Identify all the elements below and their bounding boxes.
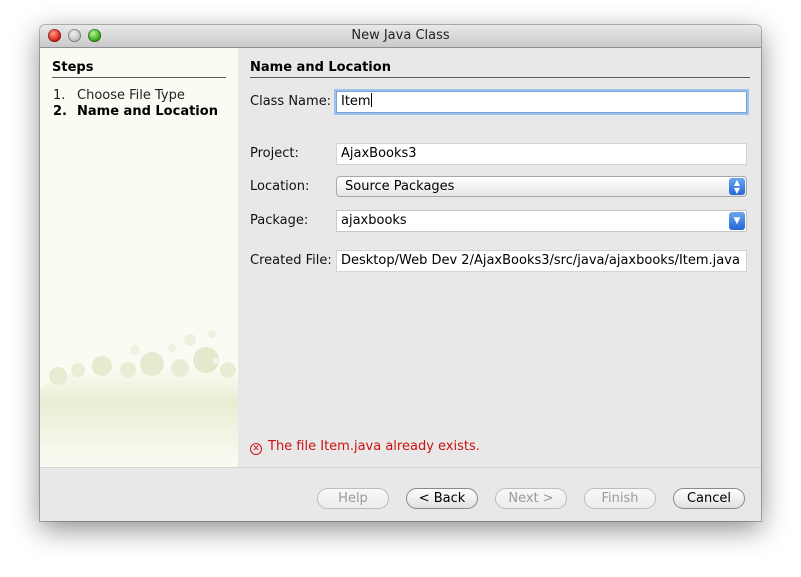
- step-item-choose-file-type: 1. Choose File Type: [53, 88, 185, 103]
- package-label: Package:: [250, 213, 309, 228]
- help-button[interactable]: Help: [317, 488, 389, 509]
- project-label: Project:: [250, 146, 299, 161]
- steps-panel: Steps 1. Choose File Type 2. Name and Loca…: [40, 48, 238, 467]
- finish-button[interactable]: Finish: [584, 488, 656, 509]
- created-file-label: Created File:: [250, 253, 332, 268]
- section-heading: Name and Location: [250, 60, 750, 78]
- package-value: ajaxbooks: [341, 213, 407, 228]
- location-label: Location:: [250, 179, 310, 194]
- text-caret: [370, 93, 372, 107]
- class-name-value: Item: [341, 94, 371, 109]
- footer-divider: [40, 467, 761, 468]
- location-select[interactable]: Source Packages ▲ ▼: [336, 176, 747, 197]
- step-label: Choose File Type: [77, 88, 185, 103]
- step-label: Name and Location: [77, 104, 218, 119]
- new-java-class-dialog: New Java Class Steps 1. Choose File Type…: [40, 25, 761, 521]
- project-field: AjaxBooks3: [336, 143, 747, 165]
- class-name-label: Class Name:: [250, 94, 332, 109]
- up-down-arrows-icon: ▲ ▼: [729, 178, 745, 195]
- step-item-name-and-location: 2. Name and Location: [53, 104, 218, 119]
- cancel-button[interactable]: Cancel: [673, 488, 745, 509]
- class-name-input[interactable]: Item: [336, 91, 747, 113]
- next-button[interactable]: Next >: [495, 488, 567, 509]
- step-number: 1.: [53, 88, 66, 103]
- window-title: New Java Class: [351, 28, 450, 43]
- error-message: ✕ The file Item.java already exists.: [250, 439, 480, 455]
- created-file-field: Desktop/Web Dev 2/AjaxBooks3/src/java/aj…: [336, 250, 747, 272]
- steps-heading: Steps: [52, 60, 226, 78]
- title-bar[interactable]: New Java Class: [40, 25, 761, 48]
- location-value: Source Packages: [345, 179, 455, 194]
- back-button[interactable]: < Back: [406, 488, 478, 509]
- step-number: 2.: [53, 104, 67, 119]
- package-combobox[interactable]: ajaxbooks ▼: [336, 210, 747, 232]
- chevron-down-icon[interactable]: ▼: [729, 212, 745, 230]
- error-text: The file Item.java already exists.: [268, 439, 480, 454]
- error-icon: ✕: [250, 443, 262, 455]
